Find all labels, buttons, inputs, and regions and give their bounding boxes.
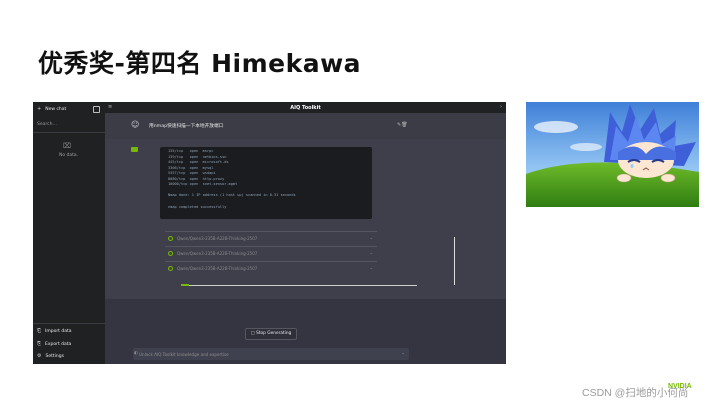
title-bar: ≡ AIQ Toolkit ›	[105, 102, 506, 113]
no-data-label: No data.	[59, 153, 79, 158]
slide-title: 优秀奖-第四名 Himekawa	[38, 49, 362, 78]
terminal-line: 10000/tcp open snet-sensor-mgmt	[168, 182, 238, 186]
terminal-line: Nmap done: 1 IP address (1 host up) scan…	[168, 193, 296, 197]
sidebar-item-export[interactable]: ⎘ Export data	[37, 341, 71, 347]
gear-icon: ⚙	[37, 353, 42, 359]
chevron-down-icon: ⌄	[369, 265, 373, 270]
check-icon	[168, 251, 173, 256]
sidebar-divider	[33, 132, 105, 133]
user-message-row: ☺ 用nmap快速扫描一下本地开放端口 ✎🗑	[105, 113, 506, 139]
anime-character-illustration	[526, 102, 699, 207]
new-chat-button[interactable]: + New chat	[37, 106, 66, 112]
check-icon	[168, 236, 173, 241]
terminal-line: 8080/tcp open http-proxy	[168, 176, 225, 181]
vertical-scrollbar[interactable]	[454, 237, 455, 285]
search-input[interactable]: Search...	[37, 122, 57, 127]
tool-call-name: Qwen/Qwen3-235B-A22B-Thinking-2507	[177, 266, 258, 271]
new-folder-icon[interactable]	[93, 106, 100, 113]
stop-generating-label: Stop Generating	[256, 331, 292, 336]
sidebar-item-label: Settings	[45, 354, 64, 359]
sidebar-item-settings[interactable]: ⚙ Settings	[37, 353, 64, 359]
terminal-line: 135/tcp open msrpc	[168, 149, 214, 153]
tool-call-item[interactable]: Qwen/Qwen3-235B-A22B-Thinking-2507 ⌄	[165, 261, 377, 274]
import-icon: ⎗	[37, 328, 42, 334]
tool-call-item[interactable]: Qwen/Qwen3-235B-A22B-Thinking-2507 ⌄	[165, 246, 377, 259]
chat-input[interactable]: ◐ Unlock AIQ Toolkit knowledge and exper…	[133, 348, 409, 360]
export-icon: ⎘	[37, 341, 42, 347]
chevron-down-icon[interactable]: ⌄	[401, 351, 405, 356]
user-icon: ☺	[131, 120, 140, 129]
plus-icon: +	[37, 106, 42, 112]
terminal-line: 3306/tcp open mysql	[168, 165, 214, 170]
window-title: AIQ Toolkit	[290, 105, 321, 111]
scroll-progress-indicator	[181, 284, 189, 286]
anime-character-image	[526, 102, 699, 207]
tool-call-name: Qwen/Qwen3-235B-A22B-Thinking-2507	[177, 251, 258, 256]
user-message: 用nmap快速扫描一下本地开放端口	[149, 124, 224, 129]
close-icon[interactable]: ›	[500, 104, 502, 110]
sidebar-item-label: Export data	[45, 342, 72, 347]
terminal-line: 5357/tcp open wsdapi	[168, 171, 216, 175]
attach-icon[interactable]: ◐	[134, 351, 138, 356]
horizontal-scrollbar[interactable]	[181, 285, 417, 286]
no-data-icon: ⌧	[63, 142, 72, 150]
chat-input-placeholder: Unlock AIQ Toolkit knowledge and experti…	[139, 351, 229, 357]
assistant-avatar	[131, 147, 138, 152]
tool-call-name: Qwen/Qwen3-235B-A22B-Thinking-2507	[177, 236, 258, 241]
assistant-message-area: 135/tcp open msrpc 139/tcp open netbios-…	[105, 139, 506, 299]
edit-delete-icons[interactable]: ✎🗑	[397, 122, 408, 128]
chevron-down-icon: ⌄	[369, 250, 373, 255]
sidebar-divider	[33, 323, 105, 324]
nvidia-logo: NVIDIA	[668, 383, 692, 390]
tool-call-item[interactable]: Qwen/Qwen3-235B-A22B-Thinking-2507 ⌄	[165, 231, 377, 244]
terminal-output: 135/tcp open msrpc 139/tcp open netbios-…	[160, 147, 372, 219]
terminal-line: 139/tcp open netbios-ssn	[168, 154, 227, 159]
check-icon	[168, 266, 173, 271]
app-screenshot: + New chat Search... ⌧ No data. ⎗ Import d…	[33, 102, 506, 364]
sidebar-item-label: Import data	[45, 329, 72, 334]
chevron-down-icon: ⌄	[369, 235, 373, 240]
terminal-line: nmap completed successfully	[168, 205, 227, 209]
sidebar-item-import[interactable]: ⎗ Import data	[37, 328, 72, 334]
sidebar: + New chat Search... ⌧ No data. ⎗ Import d…	[33, 102, 105, 364]
terminal-line: 445/tcp open microsoft-ds	[168, 160, 229, 164]
new-chat-label: New chat	[45, 107, 67, 112]
stop-generating-button[interactable]: ▢ Stop Generating	[245, 328, 297, 340]
